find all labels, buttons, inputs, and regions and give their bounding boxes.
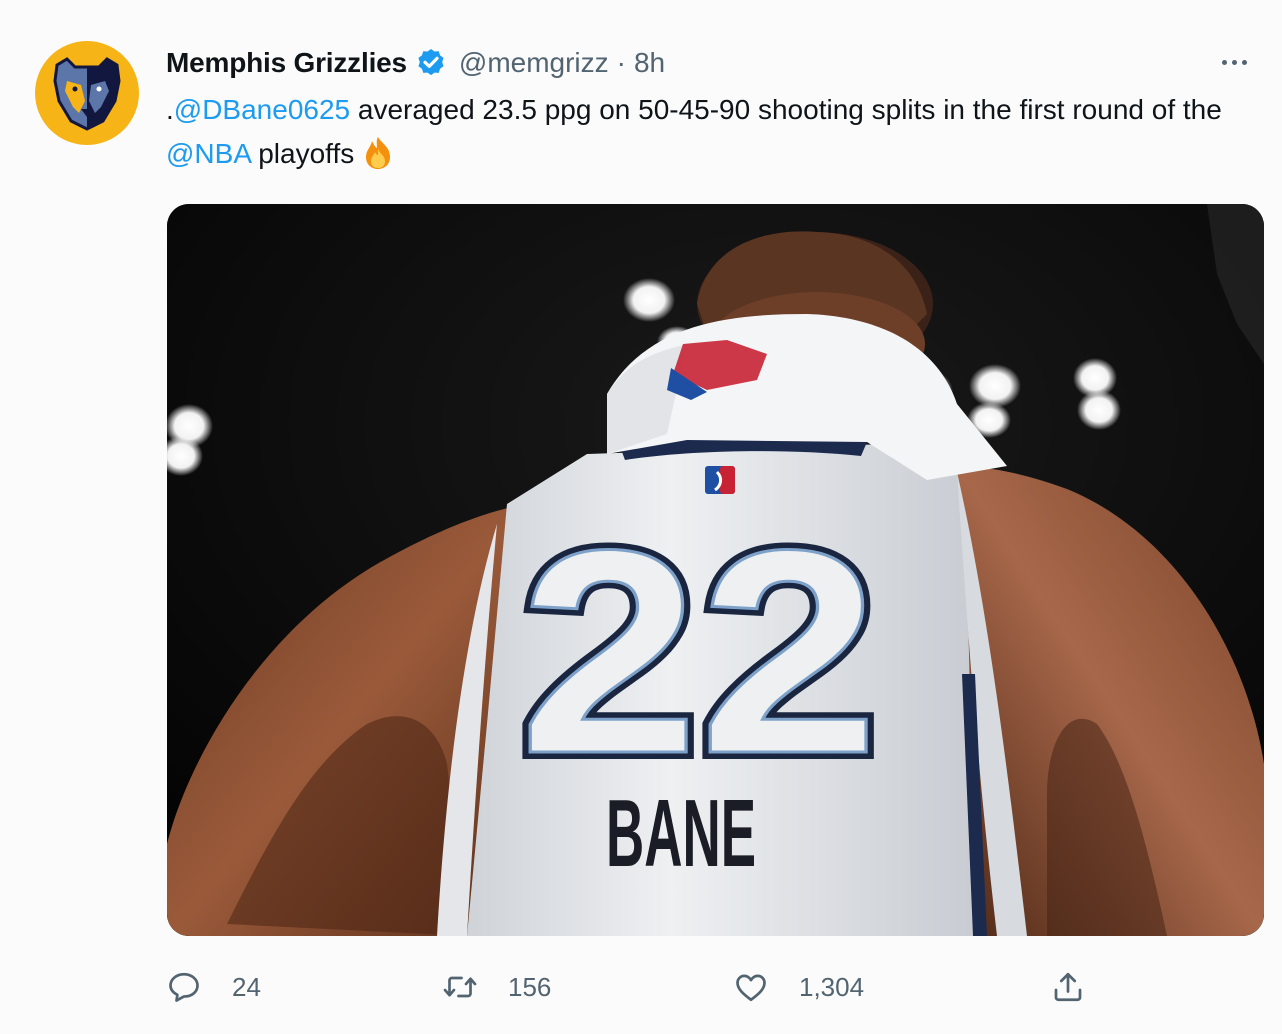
grizzlies-logo-icon	[53, 57, 121, 131]
tweet-header: Memphis Grizzlies @memgrizz · 8h	[166, 44, 665, 82]
tweet-text: .@DBane0625 averaged 23.5 ppg on 50-45-9…	[166, 88, 1256, 176]
separator-dot: ·	[616, 47, 626, 78]
retweet-button[interactable]: 156	[442, 962, 551, 1012]
jersey-name: BANE	[606, 780, 756, 887]
reply-icon	[169, 972, 199, 1002]
player-photo: 22 22 BANE	[167, 204, 1264, 936]
text-prefix: .	[166, 94, 174, 125]
mention-link-nba[interactable]: @NBA	[166, 138, 250, 169]
text-body-a: averaged 23.5 ppg on 50-45-90 shooting s…	[350, 94, 1222, 125]
reply-count: 24	[232, 971, 261, 1002]
avatar[interactable]	[35, 41, 139, 145]
more-icon[interactable]	[1222, 52, 1247, 72]
heart-icon	[736, 974, 766, 1002]
like-button[interactable]: 1,304	[733, 962, 864, 1012]
display-name[interactable]: Memphis Grizzlies	[166, 47, 407, 79]
tweet-actions: 24 156 1,304	[166, 962, 1106, 1012]
mention-link-player[interactable]: @DBane0625	[174, 94, 350, 125]
jersey-number-outline: 22	[519, 490, 879, 814]
share-icon	[1054, 972, 1082, 1002]
tweet-card[interactable]: Memphis Grizzlies @memgrizz · 8h .@DBane…	[0, 0, 1282, 1034]
retweet-count: 156	[508, 971, 552, 1002]
handle[interactable]: @memgrizz	[459, 47, 609, 79]
verified-badge-icon	[415, 47, 447, 79]
like-count: 1,304	[799, 971, 865, 1002]
share-button[interactable]	[1050, 962, 1086, 1012]
fire-emoji-icon	[360, 135, 396, 171]
tweet-photo[interactable]: 22 22 BANE	[167, 204, 1264, 936]
retweet-icon	[443, 976, 477, 998]
text-body-b: playoffs	[250, 138, 355, 169]
timestamp[interactable]: 8h	[634, 47, 665, 79]
reply-button[interactable]: 24	[166, 962, 261, 1012]
